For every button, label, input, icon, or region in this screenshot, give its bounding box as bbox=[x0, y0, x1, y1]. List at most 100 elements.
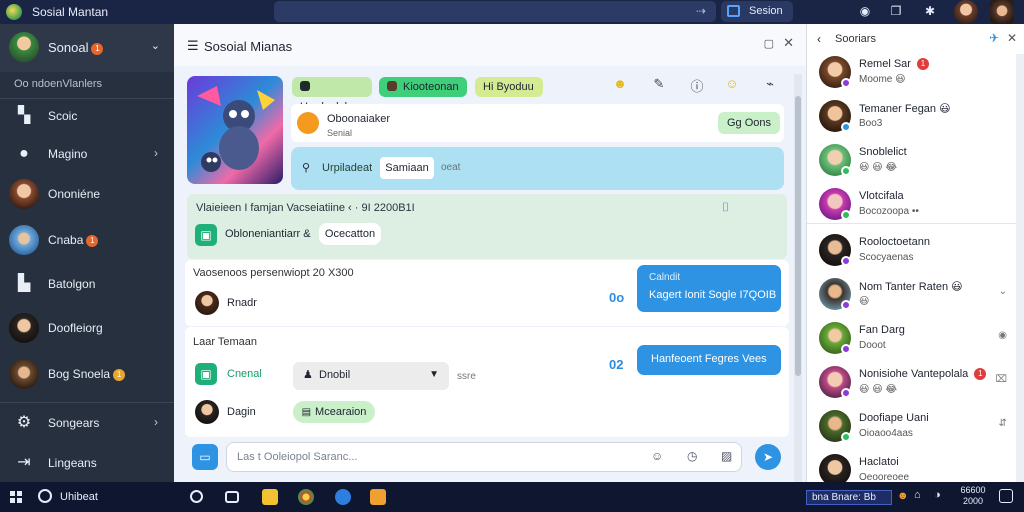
tag-urodualale[interactable]: Urodualale bbox=[292, 77, 372, 113]
post-search-box[interactable]: ⚲ Urpiladeat Samiaan oeat bbox=[291, 147, 784, 190]
contact-item[interactable]: Nonisiohe Vantepolala 1 😃 😃 😂 ⌧ bbox=[807, 360, 1024, 404]
presence-dot bbox=[841, 344, 851, 354]
row-heading: Laar Temaan bbox=[193, 336, 258, 348]
contacts-scrollbar[interactable] bbox=[1016, 54, 1024, 482]
contact-status: 😃 😃 😂 bbox=[859, 384, 898, 395]
button-label: Hanfeoent Fegres Vees bbox=[651, 353, 767, 365]
chevron-down-icon[interactable]: ⌄ bbox=[151, 39, 160, 52]
location-pin-icon: ⚲ bbox=[302, 162, 311, 174]
pin-icon[interactable]: ⇢ bbox=[696, 4, 706, 18]
emoji-icon[interactable]: ☺ bbox=[651, 449, 663, 463]
main-scrollbar[interactable] bbox=[794, 74, 802, 482]
chat-icon[interactable] bbox=[225, 491, 239, 503]
emoji-icon[interactable]: ☺ bbox=[723, 76, 741, 91]
clock-icon[interactable]: ◷ bbox=[687, 449, 697, 463]
search-button[interactable]: Samiaan bbox=[380, 157, 434, 179]
sidebar-item-songears[interactable]: ⚙ Songears › bbox=[0, 403, 174, 443]
info-item-button[interactable]: Ocecatton bbox=[319, 223, 381, 245]
bookmark-icon[interactable]: ⌧ bbox=[995, 374, 1007, 385]
eye-icon[interactable]: ◉ bbox=[998, 330, 1007, 341]
row-action-button[interactable]: Calndit Kagert Ionit Sogle I7QOIB bbox=[637, 265, 781, 312]
edge-icon[interactable] bbox=[335, 489, 351, 505]
sidebar-item-doofleiorg[interactable]: Doofleiorg bbox=[0, 308, 174, 348]
contact-item[interactable]: Nom Tanter Raten 😃 😃 ⌄ bbox=[807, 272, 1024, 316]
contact-item[interactable]: Rooloctoetann Scocyaenas bbox=[807, 228, 1024, 272]
expand-icon[interactable]: ⇵ bbox=[999, 418, 1007, 429]
attach-button[interactable]: ▭ bbox=[192, 444, 218, 470]
contact-status: 😃 bbox=[859, 296, 870, 307]
contact-item[interactable]: Fan Darg Dooot ◉ bbox=[807, 316, 1024, 360]
bookmark-icon[interactable]: ⌷ bbox=[722, 200, 729, 215]
tray-label[interactable]: bna Bnare: Bb bbox=[806, 490, 892, 505]
smile-icon[interactable]: ☻ bbox=[611, 76, 629, 91]
pin-icon[interactable]: ✈ bbox=[989, 31, 999, 45]
search-placeholder: Urpiladeat bbox=[322, 162, 373, 174]
document-icon: ▣ bbox=[195, 363, 217, 385]
profile-header[interactable]: Sonoal 1 ⌄ bbox=[0, 24, 174, 72]
close-icon[interactable]: ✕ bbox=[1007, 31, 1017, 45]
status-pill[interactable]: ▤ Mcearaion bbox=[293, 401, 375, 423]
global-search-bar[interactable]: ⇢ bbox=[274, 1, 716, 22]
sidebar-item-scoic[interactable]: ▚ Scoic bbox=[0, 96, 174, 136]
follow-button[interactable]: Gg Oons bbox=[718, 112, 780, 134]
row-action-button[interactable]: Hanfeoent Fegres Vees bbox=[637, 345, 781, 375]
tag-kiooteonan[interactable]: Kiooteonan bbox=[379, 77, 467, 97]
button-caption: Calndit bbox=[649, 272, 681, 283]
sidebar-item-ononiene[interactable]: Ononiéne bbox=[0, 174, 174, 214]
pen-icon[interactable]: ✎ bbox=[650, 76, 668, 92]
sidebar-item-label: Lingeans bbox=[48, 456, 97, 470]
search-icon[interactable] bbox=[38, 489, 52, 503]
image-icon[interactable]: ▨ bbox=[721, 449, 732, 463]
sidebar-item-batolgon[interactable]: ▙ Batolgon bbox=[0, 264, 174, 304]
sidebar-item-lingeans[interactable]: ⇥ Lingeans bbox=[0, 443, 174, 483]
copy-icon[interactable]: ❐ bbox=[888, 4, 904, 18]
info-icon[interactable]: ⓘ bbox=[688, 76, 706, 95]
message-compose[interactable]: Las t Ooleiopol Saranc... ☺ ◷ ▨ bbox=[226, 442, 742, 472]
taskbar-search-label[interactable]: Uhibeat bbox=[60, 491, 98, 503]
link-icon[interactable]: ⌁ bbox=[761, 76, 779, 92]
send-button[interactable]: ➤ bbox=[755, 444, 781, 470]
contact-item[interactable]: Snoblelict 😃 😃 😂 bbox=[807, 138, 1024, 182]
sidebar-item-bog-snoela[interactable]: Bog Snoela 1 bbox=[0, 354, 174, 394]
detail-row-card: Laar Temaan ▣ Cnenal ♟ Dnobil ▼ ssre 02 … bbox=[185, 327, 789, 437]
store-icon[interactable] bbox=[370, 489, 386, 505]
featured-image[interactable] bbox=[187, 76, 283, 184]
contact-item[interactable]: Temaner Fegan 😃 Boo3 bbox=[807, 94, 1024, 138]
volume-icon[interactable]: ◑ bbox=[934, 489, 941, 501]
minimize-icon[interactable]: ▢ bbox=[764, 37, 774, 50]
contact-name: Doofiape Uani bbox=[859, 412, 929, 424]
account-avatar[interactable] bbox=[990, 0, 1014, 24]
chevron-left-icon[interactable]: ‹ bbox=[817, 32, 821, 46]
session-button[interactable]: Sesion bbox=[721, 1, 793, 22]
tag-hi-byoduu[interactable]: Hi Byoduu bbox=[475, 77, 543, 97]
browser-icon[interactable] bbox=[298, 489, 314, 505]
sidebar-item-magino[interactable]: ● Magino › bbox=[0, 134, 174, 174]
gear-icon[interactable]: ✱ bbox=[922, 4, 938, 18]
app-title: Sosial Mantan bbox=[32, 5, 109, 19]
task-view-icon[interactable] bbox=[190, 490, 203, 503]
list-icon[interactable]: ☰ bbox=[187, 38, 199, 54]
chevron-down-icon[interactable]: ⌄ bbox=[999, 286, 1007, 297]
contact-item[interactable]: Remel Sar 1 Moome 😃 bbox=[807, 50, 1024, 94]
sidebar-item-cnaba[interactable]: Cnaba 1 bbox=[0, 220, 174, 260]
windows-start-icon[interactable] bbox=[10, 491, 22, 503]
folder-icon[interactable] bbox=[262, 489, 278, 505]
select-value: Dnobil bbox=[319, 369, 351, 381]
user-avatar[interactable] bbox=[954, 0, 978, 24]
contact-item[interactable]: Vlotcifala Bocozoopa •• bbox=[807, 182, 1024, 226]
scroll-thumb[interactable] bbox=[795, 96, 801, 376]
clock[interactable]: 66600 2000 bbox=[958, 485, 988, 507]
sidebar: Sonoal 1 ⌄ Oo ndoenVlanlers ▚ Scoic ● Mag… bbox=[0, 24, 174, 482]
category-select[interactable]: ♟ Dnobil ▼ bbox=[293, 362, 449, 390]
notifications-icon[interactable] bbox=[999, 489, 1013, 503]
presence-dot bbox=[841, 388, 851, 398]
contact-item[interactable]: Doofiape Uani Oioaoo4aas ⇵ bbox=[807, 404, 1024, 448]
info-headline: Vlaieieen I famjan Vacseiatiine ‹ · 9I 2… bbox=[196, 202, 415, 214]
gear-icon: ⚙ bbox=[16, 414, 32, 431]
camera-icon[interactable]: ◉ bbox=[857, 4, 873, 18]
network-icon[interactable]: ⌂ bbox=[914, 489, 921, 501]
emoji-icon[interactable]: ☻ bbox=[897, 490, 909, 502]
close-icon[interactable]: ✕ bbox=[783, 35, 794, 51]
contact-name: Nom Tanter Raten 😃 bbox=[859, 281, 963, 293]
tag-icon bbox=[387, 81, 397, 91]
